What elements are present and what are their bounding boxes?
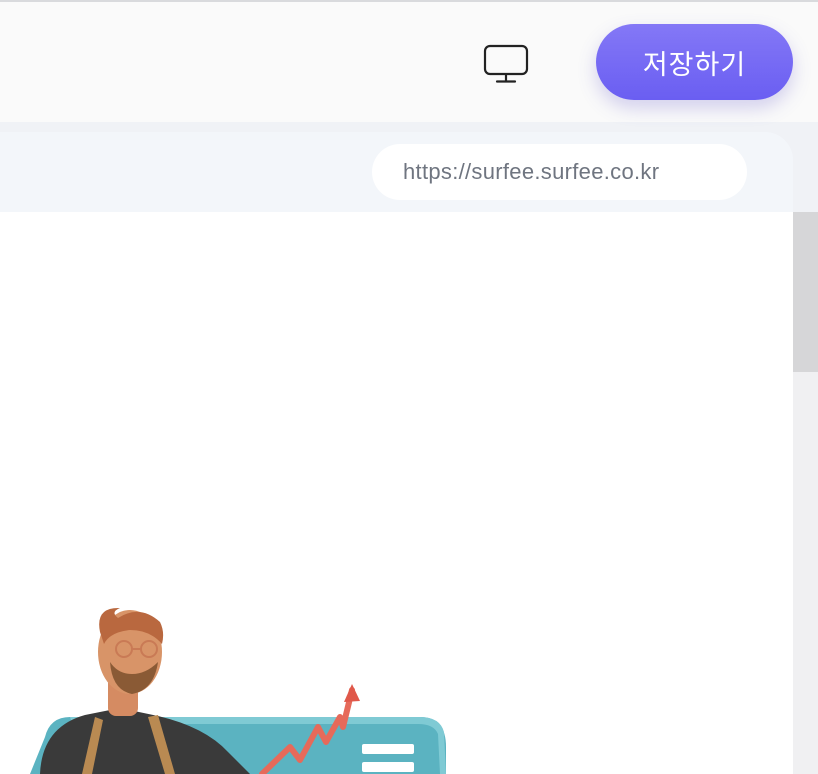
editor-header: 저장하기 xyxy=(0,2,818,122)
scrollbar-thumb[interactable] xyxy=(793,212,818,372)
preview-scrollbar[interactable] xyxy=(793,212,818,774)
save-button[interactable]: 저장하기 xyxy=(596,24,793,100)
desktop-preview-button[interactable] xyxy=(482,42,530,86)
monitor-icon xyxy=(483,44,529,83)
hero-illustration xyxy=(30,607,446,774)
browser-address-bar: https://surfee.surfee.co.kr xyxy=(0,132,793,212)
url-field[interactable]: https://surfee.surfee.co.kr xyxy=(372,144,747,200)
page-preview-viewport[interactable] xyxy=(0,212,793,774)
